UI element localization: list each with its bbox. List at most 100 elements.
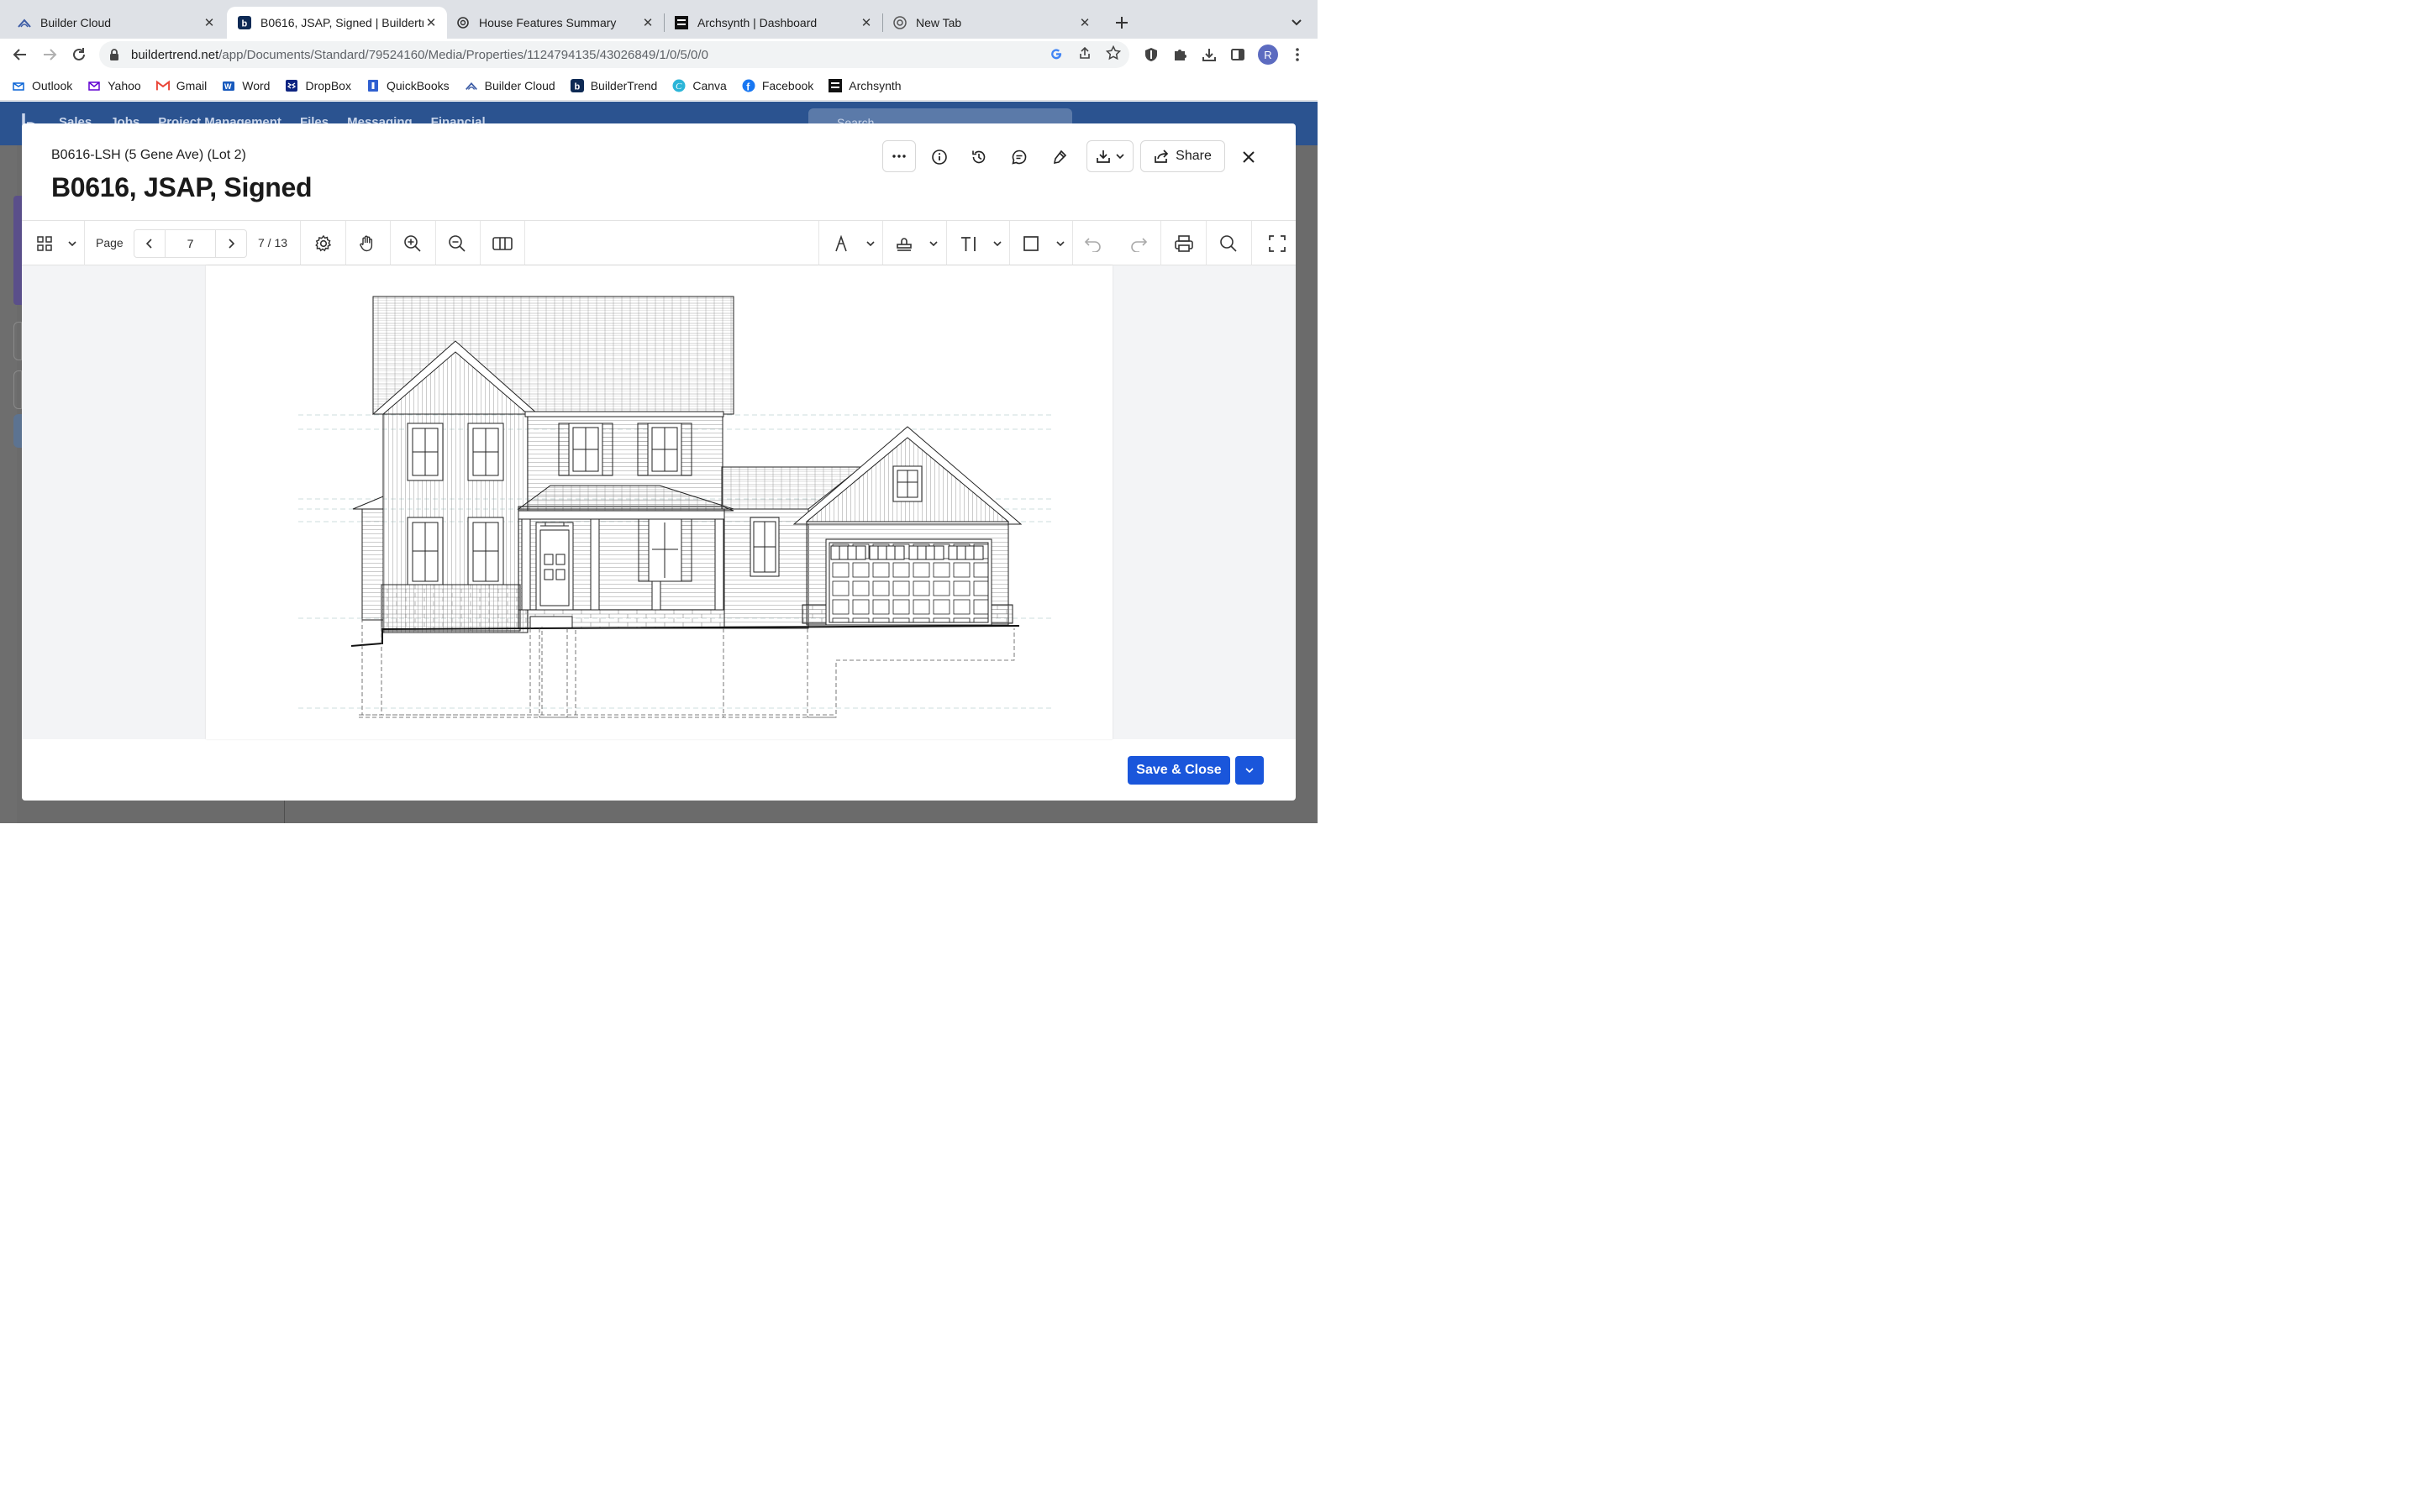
archsynth-icon bbox=[829, 78, 843, 92]
dropbox-icon bbox=[285, 79, 298, 92]
reload-icon[interactable] bbox=[66, 42, 92, 67]
next-page-button[interactable] bbox=[216, 230, 246, 257]
page-navigator: 7 bbox=[134, 229, 247, 258]
chevron-down-icon[interactable] bbox=[864, 231, 877, 256]
chevron-down-icon[interactable] bbox=[927, 231, 940, 256]
tab-house-features[interactable]: House Features Summary ✕ bbox=[445, 7, 664, 39]
settings-gear-icon[interactable] bbox=[312, 231, 335, 256]
close-modal-button[interactable] bbox=[1233, 141, 1265, 173]
undo-icon[interactable] bbox=[1082, 231, 1104, 256]
stamp-icon[interactable] bbox=[893, 231, 915, 256]
thumbnails-grid-icon[interactable] bbox=[34, 231, 55, 256]
fullscreen-icon[interactable] bbox=[1266, 231, 1288, 256]
address-bar[interactable]: buildertrend.net/app/Documents/Standard/… bbox=[99, 41, 1129, 68]
google-icon[interactable] bbox=[1048, 45, 1065, 61]
tab-title: New Tab bbox=[916, 16, 962, 29]
house-elevation-drawing bbox=[298, 296, 1051, 718]
info-button[interactable] bbox=[923, 141, 955, 173]
close-icon bbox=[1241, 150, 1256, 165]
bookmark-outlook[interactable]: Outlook bbox=[12, 79, 72, 92]
sign-button[interactable] bbox=[1044, 141, 1076, 173]
bookmark-star-icon[interactable] bbox=[1105, 45, 1122, 61]
pen-sign-icon bbox=[1051, 149, 1068, 165]
zoom-in-icon[interactable] bbox=[402, 231, 424, 256]
page-count: 7 / 13 bbox=[258, 236, 288, 249]
quickbooks-icon bbox=[366, 79, 380, 92]
download-button[interactable] bbox=[1086, 140, 1134, 172]
bookmark-builder-cloud[interactable]: Builder Cloud bbox=[465, 79, 555, 92]
pan-hand-icon[interactable] bbox=[356, 231, 378, 256]
close-tab-icon[interactable]: ✕ bbox=[1077, 15, 1092, 30]
comments-button[interactable] bbox=[1003, 141, 1035, 173]
chevron-down-icon[interactable] bbox=[66, 231, 79, 256]
bookmark-canva[interactable]: C Canva bbox=[672, 79, 727, 92]
bookmark-archsynth[interactable]: Archsynth bbox=[829, 78, 902, 92]
bookmark-quickbooks[interactable]: QuickBooks bbox=[366, 79, 450, 92]
tab-title: Archsynth | Dashboard bbox=[697, 16, 818, 29]
bookmark-dropbox[interactable]: DropBox bbox=[285, 79, 351, 92]
history-button[interactable] bbox=[963, 141, 995, 173]
builder-cloud-icon bbox=[17, 15, 32, 30]
tab-search-chevron-icon[interactable] bbox=[1286, 12, 1307, 34]
chevron-down-icon[interactable] bbox=[991, 231, 1004, 256]
more-options-button[interactable] bbox=[882, 140, 916, 172]
extensions-puzzle-icon[interactable] bbox=[1171, 45, 1189, 64]
pdf-viewer-toolbar: Page 7 7 / 13 bbox=[22, 220, 1296, 265]
tab-title: B0616, JSAP, Signed | Buildertrend bbox=[260, 16, 424, 29]
text-tool-icon[interactable] bbox=[957, 231, 981, 256]
share-page-icon[interactable] bbox=[1076, 45, 1093, 61]
forward-arrow-icon[interactable] bbox=[37, 42, 62, 67]
share-icon bbox=[1154, 149, 1169, 164]
draw-pen-icon[interactable] bbox=[830, 231, 852, 256]
share-button[interactable]: Share bbox=[1140, 140, 1225, 172]
document-canvas[interactable] bbox=[22, 265, 1296, 739]
bookmark-facebook[interactable]: f Facebook bbox=[742, 79, 813, 92]
svg-text:W: W bbox=[224, 82, 232, 91]
bookmark-word[interactable]: W Word bbox=[222, 79, 270, 92]
openai-icon bbox=[455, 15, 471, 30]
ellipsis-icon bbox=[892, 155, 906, 158]
close-tab-icon[interactable]: ✕ bbox=[640, 15, 655, 30]
close-tab-icon[interactable]: ✕ bbox=[202, 15, 217, 30]
new-tab-plus-icon[interactable] bbox=[1111, 12, 1133, 34]
bookmark-yahoo[interactable]: Yahoo bbox=[87, 79, 141, 92]
back-arrow-icon[interactable] bbox=[8, 42, 33, 67]
redo-icon[interactable] bbox=[1128, 231, 1150, 256]
archsynth-icon bbox=[674, 15, 689, 30]
bookmark-gmail[interactable]: Gmail bbox=[155, 79, 207, 92]
tab-buildertrend-document[interactable]: b B0616, JSAP, Signed | Buildertrend ✕ bbox=[227, 7, 447, 39]
page-label: Page bbox=[96, 236, 124, 249]
tab-new-tab[interactable]: New Tab ✕ bbox=[882, 7, 1101, 39]
job-subtitle: B0616-LSH (5 Gene Ave) (Lot 2) bbox=[51, 148, 246, 162]
extension-shield-icon[interactable] bbox=[1142, 45, 1160, 64]
side-panel-icon[interactable] bbox=[1228, 45, 1247, 64]
browser-toolbar: buildertrend.net/app/Documents/Standard/… bbox=[0, 39, 1318, 71]
pdf-page bbox=[206, 265, 1113, 739]
previous-page-button[interactable] bbox=[134, 230, 165, 257]
tab-builder-cloud[interactable]: Builder Cloud ✕ bbox=[0, 7, 225, 39]
profile-avatar[interactable]: R bbox=[1258, 45, 1278, 65]
buildertrend-icon: b bbox=[237, 15, 252, 30]
print-icon[interactable] bbox=[1172, 231, 1196, 256]
close-tab-icon[interactable]: ✕ bbox=[424, 15, 439, 30]
downloads-icon[interactable] bbox=[1200, 45, 1218, 64]
save-and-close-button[interactable]: Save & Close bbox=[1128, 756, 1230, 785]
chrome-icon bbox=[892, 15, 908, 30]
url-text: buildertrend.net/app/Documents/Standard/… bbox=[131, 47, 708, 62]
browser-menu-icon[interactable] bbox=[1288, 45, 1307, 64]
chevron-left-icon bbox=[146, 239, 153, 249]
download-icon bbox=[1096, 149, 1111, 164]
two-page-view-icon[interactable] bbox=[491, 231, 514, 256]
chevron-down-icon[interactable] bbox=[1054, 231, 1067, 256]
document-viewer-modal: B0616-LSH (5 Gene Ave) (Lot 2) B0616, JS… bbox=[22, 123, 1296, 801]
zoom-out-icon[interactable] bbox=[446, 231, 468, 256]
bookmark-buildertrend[interactable]: b BuilderTrend bbox=[570, 78, 657, 92]
page-number-input[interactable]: 7 bbox=[165, 230, 216, 257]
save-options-dropdown[interactable] bbox=[1235, 756, 1264, 785]
chevron-down-icon bbox=[1116, 154, 1124, 159]
search-icon[interactable] bbox=[1218, 231, 1239, 256]
rectangle-shape-icon[interactable] bbox=[1020, 231, 1042, 256]
gmail-icon bbox=[155, 79, 170, 92]
tab-archsynth[interactable]: Archsynth | Dashboard ✕ bbox=[664, 7, 882, 39]
close-tab-icon[interactable]: ✕ bbox=[859, 15, 874, 30]
